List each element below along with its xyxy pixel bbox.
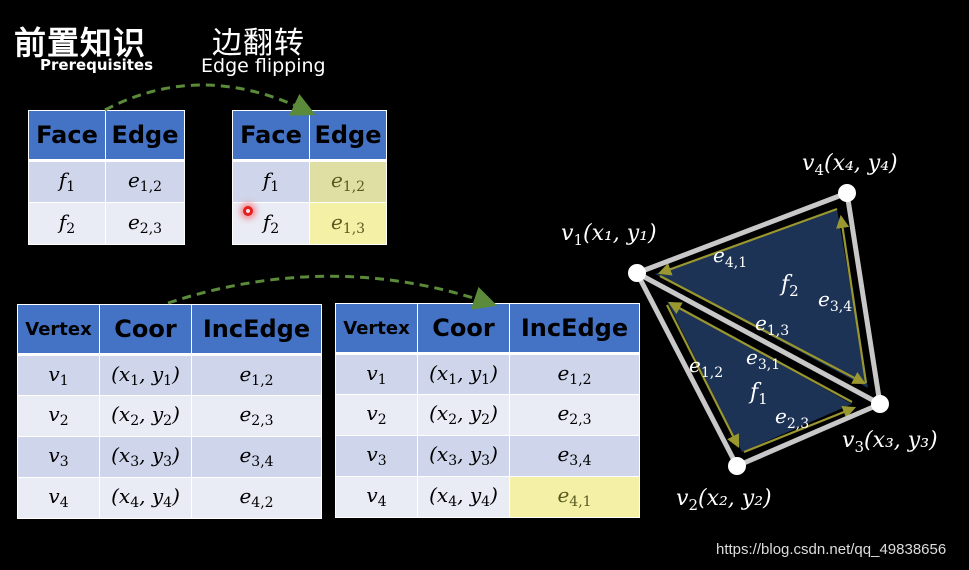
vertex-label-v1: v1(x₁, y₁) — [561, 221, 657, 249]
watermark: https://blog.csdn.net/qq_49838656 — [716, 541, 947, 558]
diagram-canvas: v1(x₁, y₁) v2(x₂, y₂) v3(x₃, y₃) v4(x₄, … — [104, 83, 938, 514]
vertex-v4 — [838, 184, 856, 202]
vertex-v1 — [628, 264, 646, 282]
vertex-v2 — [728, 457, 746, 475]
laser-pointer-cursor — [243, 206, 253, 216]
vertex-table-transition-arrow — [167, 274, 498, 310]
vertex-label-v3: v3(x₃, y₃) — [842, 428, 938, 456]
vertex-v3 — [871, 395, 889, 413]
face-table-transition-arrow — [104, 83, 316, 116]
vertex-label-v2: v2(x₂, y₂) — [676, 486, 772, 514]
vertex-label-v4: v4(x₄, y₄) — [802, 151, 898, 179]
